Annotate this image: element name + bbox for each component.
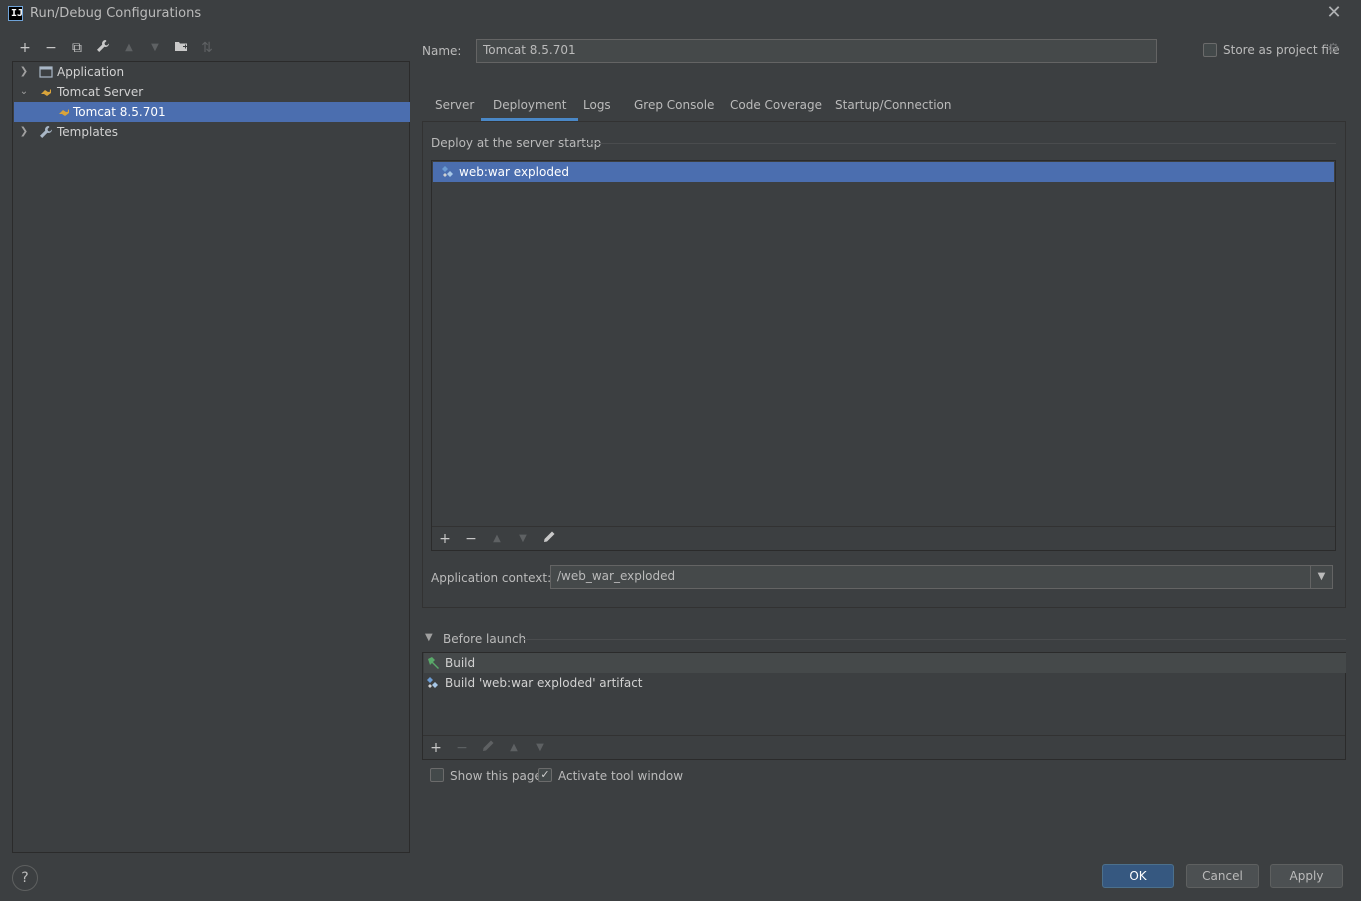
add-icon[interactable]: + <box>436 530 454 548</box>
edit-icon[interactable] <box>540 530 558 548</box>
apply-button[interactable]: Apply <box>1270 864 1343 888</box>
activate-tool-window-checkbox[interactable]: ✓ <box>538 768 552 782</box>
deploy-list[interactable]: web:war exploded + − ▲ ▼ <box>431 160 1336 551</box>
section-separator <box>522 639 1346 640</box>
help-button[interactable]: ? <box>12 865 38 891</box>
list-item-label: Build 'web:war exploded' artifact <box>445 676 643 690</box>
move-up-icon[interactable]: ▲ <box>488 530 506 548</box>
before-launch-list[interactable]: Build Build 'web:war exploded' artifact … <box>422 652 1346 760</box>
add-configuration-icon[interactable]: + <box>16 39 34 57</box>
remove-icon[interactable]: − <box>462 530 480 548</box>
close-icon[interactable]: ✕ <box>1324 2 1344 24</box>
move-down-icon[interactable]: ▼ <box>146 39 164 57</box>
tree-item-label: Templates <box>57 125 119 139</box>
tree-item-application[interactable]: ❯ Application <box>14 62 410 82</box>
name-input[interactable]: Tomcat 8.5.701 <box>476 39 1157 63</box>
store-as-project-file-label: Store as project file <box>1223 43 1340 57</box>
move-up-icon[interactable]: ▲ <box>120 39 138 57</box>
tree-item-label: Tomcat 8.5.701 <box>73 105 166 119</box>
collapse-triangle-icon[interactable]: ▼ <box>425 632 433 643</box>
deploy-list-toolbar: + − ▲ ▼ <box>432 526 1335 550</box>
ok-button[interactable]: OK <box>1102 864 1174 888</box>
show-this-page-checkbox[interactable] <box>430 768 444 782</box>
new-folder-icon[interactable] <box>172 39 190 57</box>
tomcat-icon <box>39 85 53 99</box>
chevron-right-icon[interactable]: ❯ <box>18 62 30 82</box>
tree-item-templates[interactable]: ❯ Templates <box>14 122 410 142</box>
move-down-icon[interactable]: ▼ <box>514 530 532 548</box>
wrench-icon[interactable] <box>94 39 112 57</box>
remove-configuration-icon[interactable]: − <box>42 39 60 57</box>
tab-grep-console[interactable]: Grep Console <box>634 95 714 121</box>
wrench-icon <box>39 125 53 139</box>
move-down-icon[interactable]: ▼ <box>531 739 549 757</box>
before-launch-toolbar: + − ▲ ▼ <box>423 735 1345 759</box>
app-context-value: /web_war_exploded <box>557 569 676 583</box>
list-item[interactable]: web:war exploded <box>433 162 1334 182</box>
tree-item-tomcat-server[interactable]: ⌄ Tomcat Server <box>14 82 410 102</box>
app-context-combobox[interactable]: /web_war_exploded <box>550 565 1333 589</box>
tomcat-icon <box>57 105 71 119</box>
intellij-logo-icon: IJ <box>8 6 23 21</box>
cancel-button[interactable]: Cancel <box>1186 864 1259 888</box>
move-up-icon[interactable]: ▲ <box>505 739 523 757</box>
store-as-project-file-checkbox[interactable] <box>1203 43 1217 57</box>
sort-icon[interactable]: ⇅ <box>198 39 216 57</box>
application-icon <box>39 65 53 79</box>
chevron-down-icon[interactable]: ▼ <box>1310 566 1332 588</box>
tab-deployment[interactable]: Deployment <box>481 95 579 121</box>
edit-icon[interactable] <box>479 739 497 757</box>
show-this-page-label: Show this page <box>450 769 542 783</box>
tab-server[interactable]: Server <box>435 95 474 121</box>
copy-configuration-icon[interactable]: ⧉ <box>68 39 86 57</box>
list-item[interactable]: Build <box>424 653 1346 673</box>
configuration-tree[interactable]: ❯ Application ⌄ Tomcat Server Tomcat 8.5… <box>12 61 410 853</box>
group-separator <box>580 143 1336 144</box>
add-icon[interactable]: + <box>427 739 445 757</box>
chevron-right-icon[interactable]: ❯ <box>18 122 30 142</box>
tab-logs[interactable]: Logs <box>583 95 611 121</box>
gear-icon[interactable]: ⚙ <box>1327 41 1340 57</box>
artifact-icon <box>426 676 440 696</box>
artifact-icon <box>441 165 455 185</box>
tree-item-tomcat-8-5-701[interactable]: Tomcat 8.5.701 <box>14 102 410 122</box>
list-item-label: web:war exploded <box>459 165 569 179</box>
tree-item-label: Tomcat Server <box>57 85 144 99</box>
title-bar: IJ Run/Debug Configurations ✕ <box>0 0 1361 28</box>
activate-tool-window-label: Activate tool window <box>558 769 684 783</box>
tree-item-label: Application <box>57 65 125 79</box>
deploy-group-label: Deploy at the server startup <box>431 136 602 150</box>
before-launch-label: Before launch <box>443 632 527 646</box>
tab-startup-connection[interactable]: Startup/Connection <box>835 95 951 121</box>
list-item[interactable]: Build 'web:war exploded' artifact <box>424 673 1346 693</box>
tab-code-coverage[interactable]: Code Coverage <box>730 95 822 121</box>
window-title: Run/Debug Configurations <box>30 6 202 21</box>
name-label: Name: <box>422 44 462 58</box>
remove-icon[interactable]: − <box>453 739 471 757</box>
list-item-label: Build <box>445 656 476 670</box>
app-context-label: Application context: <box>431 571 552 585</box>
chevron-down-icon[interactable]: ⌄ <box>18 82 30 102</box>
